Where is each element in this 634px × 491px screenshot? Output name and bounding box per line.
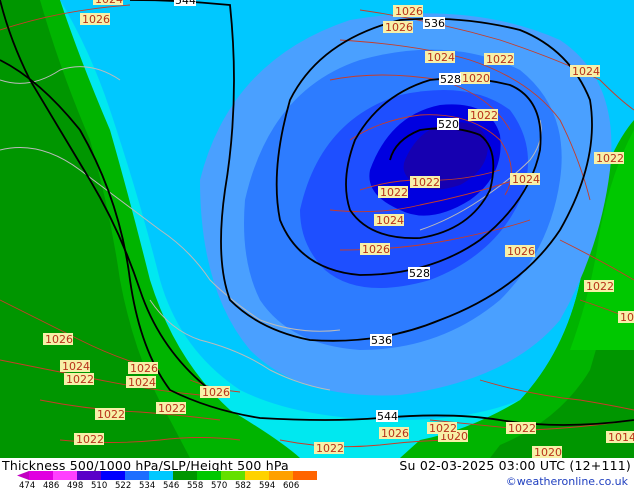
svg-text:1024: 1024 (128, 376, 156, 389)
scale-swatch (197, 471, 221, 480)
svg-text:1014: 1014 (608, 431, 634, 444)
scale-swatch (77, 471, 101, 480)
pressure-label: 1026 (393, 5, 423, 18)
svg-text:544: 544 (175, 0, 196, 7)
height-label: 544 (376, 410, 398, 423)
pressure-label: 1022 (64, 373, 94, 386)
height-label: 520 (437, 118, 459, 131)
svg-text:1022: 1022 (66, 373, 94, 386)
thickness-color-scale: 474 486 498 510 522 534 546 558 570 582 594 606 (17, 471, 317, 491)
svg-text:1024: 1024 (427, 51, 455, 64)
pressure-label: 1024 (570, 65, 600, 78)
svg-text:536: 536 (424, 17, 445, 30)
pressure-label: 1026 (43, 333, 73, 346)
height-label: 536 (370, 334, 392, 347)
svg-text:1026: 1026 (202, 386, 230, 399)
height-label: 528 (408, 267, 430, 280)
pressure-label: 1026 (200, 386, 230, 399)
scale-swatch (269, 471, 293, 480)
pressure-label: 1022 (156, 402, 186, 415)
svg-text:1026: 1026 (385, 21, 413, 34)
pressure-label: 1022 (594, 152, 624, 165)
svg-text:1026: 1026 (362, 243, 390, 256)
svg-text:544: 544 (377, 410, 398, 423)
svg-text:1026: 1026 (82, 13, 110, 26)
svg-text:1026: 1026 (507, 245, 535, 258)
height-label: 544 (174, 0, 196, 7)
svg-text:1022: 1022 (596, 152, 624, 165)
scale-swatch (101, 471, 125, 480)
svg-text:528: 528 (409, 267, 430, 280)
svg-text:1022: 1022 (380, 186, 408, 199)
scale-swatch (125, 471, 149, 480)
pressure-label: 1022 (484, 53, 514, 66)
scale-swatch (293, 471, 317, 480)
svg-text:1022: 1022 (97, 408, 125, 421)
svg-text:1026: 1026 (381, 427, 409, 440)
pressure-label: 1022 (378, 186, 408, 199)
pressure-label: 1022 (506, 422, 536, 435)
svg-text:1026: 1026 (395, 5, 423, 18)
svg-text:1022: 1022 (76, 433, 104, 446)
svg-text:1026: 1026 (45, 333, 73, 346)
pressure-label: 1026 (360, 243, 390, 256)
svg-text:1022: 1022 (412, 176, 440, 189)
pressure-label: 1024 (126, 376, 156, 389)
svg-text:1022: 1022 (316, 442, 344, 455)
pressure-label: 1024 (425, 51, 455, 64)
pressure-label: 1026 (80, 13, 110, 26)
svg-text:528: 528 (440, 73, 461, 86)
scale-swatch (17, 471, 29, 480)
svg-text:1024: 1024 (376, 214, 404, 227)
svg-text:1022: 1022 (429, 422, 457, 435)
svg-text:1026: 1026 (130, 362, 158, 375)
scale-swatch (173, 471, 197, 480)
svg-text:1020: 1020 (462, 72, 490, 85)
height-label: 528 (439, 73, 461, 86)
svg-text:1022: 1022 (470, 109, 498, 122)
scale-swatch (149, 471, 173, 480)
pressure-label: 1014 (606, 431, 634, 444)
pressure-label: 1026 (379, 427, 409, 440)
pressure-label: 1022 (427, 422, 457, 435)
svg-text:1022: 1022 (586, 280, 614, 293)
valid-datetime: Su 02-03-2025 03:00 UTC (12+111) (399, 458, 631, 473)
pressure-label: 1016 (618, 311, 634, 324)
pressure-label: 1022 (410, 176, 440, 189)
pressure-label: 1026 (505, 245, 535, 258)
pressure-label: 1022 (584, 280, 614, 293)
pressure-label: 1020 (460, 72, 490, 85)
pressure-label: 1024 (93, 0, 123, 6)
svg-text:1020: 1020 (534, 446, 562, 458)
svg-text:520: 520 (438, 118, 459, 131)
pressure-label: 1024 (510, 173, 540, 186)
svg-text:1024: 1024 (572, 65, 600, 78)
map-footer: Thickness 500/1000 hPa/SLP/Height 500 hP… (0, 458, 634, 491)
pressure-label: 1022 (95, 408, 125, 421)
scale-swatch (29, 471, 53, 480)
svg-text:1022: 1022 (508, 422, 536, 435)
scale-swatch (245, 471, 269, 480)
height-label: 536 (423, 17, 445, 30)
thickness-map: 1024 1026 1026 1026 1024 1022 1020 1024 … (0, 0, 634, 458)
svg-text:1022: 1022 (158, 402, 186, 415)
weather-map-panel: 1024 1026 1026 1026 1024 1022 1020 1024 … (0, 0, 634, 491)
pressure-label: 1020 (532, 446, 562, 458)
svg-text:1022: 1022 (486, 53, 514, 66)
pressure-label: 1026 (128, 362, 158, 375)
pressure-label: 1022 (314, 442, 344, 455)
svg-text:1024: 1024 (512, 173, 540, 186)
pressure-label: 1022 (74, 433, 104, 446)
svg-text:1024: 1024 (62, 360, 90, 373)
pressure-label: 1022 (468, 109, 498, 122)
pressure-label: 1024 (60, 360, 90, 373)
pressure-label: 1026 (383, 21, 413, 34)
scale-swatch (221, 471, 245, 480)
pressure-label: 1024 (374, 214, 404, 227)
scale-swatch (53, 471, 77, 480)
credit-link[interactable]: ©weatheronline.co.uk (506, 475, 628, 488)
svg-text:1024: 1024 (95, 0, 123, 6)
svg-text:1016: 1016 (620, 311, 634, 324)
svg-text:536: 536 (371, 334, 392, 347)
